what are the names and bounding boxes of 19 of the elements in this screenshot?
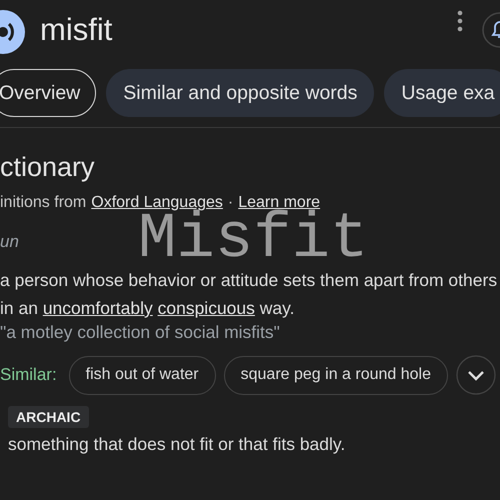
separator: · — [228, 194, 234, 211]
definition-text: a person whose behavior or attitude sets them apart from others in an uncomfortably conspicuous way. — [0, 269, 498, 320]
similar-label: Similar: — [0, 365, 57, 385]
similar-chip[interactable]: square peg in a round hole — [224, 356, 448, 394]
section-heading: ctionary — [0, 152, 96, 183]
example-text: "a motley collection of social misfits" — [0, 322, 281, 343]
tab[interactable]: Usage exa — [384, 69, 500, 117]
definition-text: something that does not fit or that fits badly. — [8, 434, 346, 455]
definition-link[interactable]: conspicuous — [158, 298, 255, 318]
more-options-icon[interactable] — [457, 10, 463, 32]
word-title: misfit — [40, 12, 112, 48]
expand-chevron-icon[interactable] — [456, 355, 496, 395]
source-text: initions from — [0, 194, 86, 212]
similar-chip[interactable]: fish out of water — [68, 356, 216, 394]
archaic-tag: ARCHAIC — [8, 406, 89, 428]
tab[interactable]: Overview — [0, 69, 96, 117]
tab[interactable]: Similar and opposite words — [106, 69, 374, 117]
part-of-speech: un — [0, 232, 20, 252]
definition-link[interactable]: uncomfortably — [42, 298, 153, 318]
